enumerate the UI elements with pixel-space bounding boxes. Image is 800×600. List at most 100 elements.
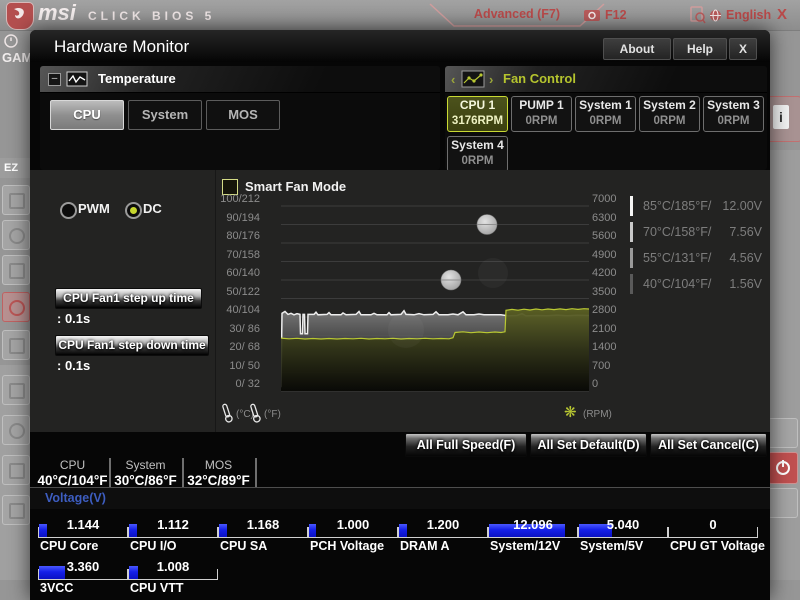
rpm-axis-tick: 7000: [592, 193, 617, 205]
sidebar-icon-board[interactable]: [2, 330, 30, 360]
voltage-value: 1.200: [426, 517, 460, 532]
monitor-section: PWM DC Smart Fan Mode CPU Fan1 step up t…: [30, 170, 770, 432]
action-button-all-set-cancel-c-[interactable]: All Set Cancel(C): [650, 433, 767, 457]
help-button[interactable]: Help: [673, 38, 727, 60]
sidebar-icon-memory[interactable]: [2, 455, 30, 485]
voltage-meter: 5.040: [578, 512, 668, 538]
fahrenheit-legend: (°F): [264, 409, 281, 420]
action-button-all-full-speed-f-[interactable]: All Full Speed(F): [405, 433, 527, 457]
threshold-row: 55°C/131°F/4.56V: [630, 247, 762, 269]
summary-name: MOS: [204, 458, 233, 472]
power-button[interactable]: [768, 452, 798, 484]
fan-button-pump-1[interactable]: PUMP 1 0RPM: [511, 96, 572, 132]
dc-radio[interactable]: [125, 202, 142, 219]
rpm-legend: (RPM): [583, 409, 612, 420]
fan-button-system-3[interactable]: System 3 0RPM: [703, 96, 764, 132]
sidebar-icon-misc[interactable]: [2, 495, 30, 525]
tab-system[interactable]: System: [128, 100, 202, 130]
sidebar-icon-tools[interactable]: [2, 255, 30, 285]
fan-rpm: 0RPM: [461, 155, 494, 167]
voltage-value: 1.000: [336, 517, 370, 532]
action-button-all-set-default-d-[interactable]: All Set Default(D): [530, 433, 647, 457]
voltage-meter: 3.360: [38, 554, 128, 580]
threshold-temp: 85°C/185°F/: [643, 199, 712, 213]
right-icon-save[interactable]: [768, 488, 798, 518]
voltage-row-1: 1.144 CPU Core 1.112 CPU I/O 1.168 CPU SA 1.00…: [38, 512, 765, 553]
fan-name: System 3: [707, 98, 760, 112]
voltage-value: 1.112: [157, 517, 189, 532]
rpm-axis-tick: 4900: [592, 248, 617, 261]
voltage-label: 3VCC: [40, 581, 74, 595]
voltage-label: System/12V: [490, 539, 561, 553]
fan-button-system-4[interactable]: System 4 0RPM: [447, 136, 508, 172]
collapse-icon[interactable]: –: [48, 73, 61, 86]
threshold-temp: 70°C/158°F/: [643, 225, 712, 239]
voltage-label: System/5V: [580, 539, 644, 553]
section-divider: [215, 170, 216, 432]
voltage-label: CPU GT Voltage: [670, 539, 765, 553]
temp-axis-tick: 100/212: [220, 193, 260, 205]
temp-axis-tick: 70/158: [226, 248, 260, 261]
language-button[interactable]: English: [726, 8, 771, 22]
dc-label: DC: [143, 201, 162, 216]
voltage-label: PCH Voltage: [310, 539, 385, 553]
fan-button-system-2[interactable]: System 2 0RPM: [639, 96, 700, 132]
voltage-cell-cpu-sa: 1.168 CPU SA: [218, 512, 308, 553]
tab-mos[interactable]: MOS: [206, 100, 280, 130]
sidebar-icon-profile[interactable]: [2, 415, 30, 445]
voltage-value: 5.040: [606, 517, 640, 532]
voltage-meter: 1.008: [128, 554, 218, 580]
right-icon-restore[interactable]: [768, 418, 798, 448]
threshold-level-bar: [630, 274, 633, 294]
ez-mode-label[interactable]: EZ: [0, 158, 30, 178]
rpm-axis-tick: 1400: [592, 341, 617, 353]
tab-cpu[interactable]: CPU: [50, 100, 124, 130]
temp-axis-tick: 0/ 32: [235, 378, 260, 390]
voltage-cell-pch-voltage: 1.000 PCH Voltage: [308, 512, 398, 553]
sidebar-icon-settings[interactable]: [2, 220, 30, 250]
info-button[interactable]: i: [766, 96, 800, 142]
voltage-value: 1.144: [66, 517, 100, 532]
temp-axis-tick: 50/122: [226, 285, 260, 298]
fan-button-system-1[interactable]: System 1 0RPM: [575, 96, 636, 132]
fan-name: PUMP 1: [519, 98, 564, 112]
advanced-mode-button[interactable]: Advanced (F7): [428, 7, 606, 21]
hardware-monitor-dialog: Hardware Monitor About Help X – Temperat…: [30, 30, 770, 600]
temp-axis-tick: 80/176: [226, 230, 260, 242]
voltage-cell-cpu-vtt: 1.008 CPU VTT: [128, 554, 218, 595]
fan-control-next-icon[interactable]: ›: [489, 72, 493, 87]
globe-icon: [710, 9, 721, 22]
voltage-label: DRAM A: [400, 539, 450, 553]
help-doc-icon[interactable]: [690, 6, 706, 24]
threshold-temp: 55°C/131°F/: [643, 251, 712, 265]
about-button[interactable]: About: [603, 38, 671, 60]
clock-icon: [4, 34, 18, 48]
fan-rpm: 0RPM: [717, 115, 750, 127]
voltage-cell-system-5v: 5.040 System/5V: [578, 512, 668, 553]
summary-name: System: [125, 458, 166, 472]
bios-close-button[interactable]: X: [777, 6, 787, 23]
threshold-level-bar: [630, 248, 633, 268]
fan-name: System 2: [643, 98, 696, 112]
watermark-bubble: [478, 258, 508, 288]
dialog-close-button[interactable]: X: [729, 38, 757, 60]
voltage-meter: 0: [668, 512, 758, 538]
voltage-meter: 1.112: [128, 512, 218, 538]
step-down-time-button[interactable]: CPU Fan1 step down time: [55, 335, 209, 356]
fan-control-prev-icon[interactable]: ‹: [451, 72, 455, 87]
sidebar-icon-hardware-monitor-active[interactable]: [2, 292, 30, 322]
threshold-temp: 40°C/104°F/: [643, 277, 712, 291]
step-up-time-button[interactable]: CPU Fan1 step up time: [55, 288, 202, 309]
voltage-value: 0: [709, 517, 717, 532]
sidebar-icon-gamepad[interactable]: [2, 375, 30, 405]
rpm-axis-tick: 5600: [592, 230, 617, 242]
fan-button-cpu-1[interactable]: CPU 1 3176RPM: [447, 96, 508, 132]
screenshot-camera-icon[interactable]: [583, 8, 601, 22]
voltage-cell-cpu-core: 1.144 CPU Core: [38, 512, 128, 553]
voltage-row-2: 3.360 3VCC 1.008 CPU VTT: [38, 554, 218, 595]
threshold-row: 40°C/104°F/1.56V: [630, 273, 762, 295]
sidebar-icon-display[interactable]: [2, 185, 30, 215]
fan-buttons: CPU 1 3176RPM PUMP 1 0RPM System 1 0RPM System…: [447, 96, 765, 172]
temp-axis-tick: 60/140: [226, 267, 260, 279]
pwm-radio[interactable]: [60, 202, 77, 219]
